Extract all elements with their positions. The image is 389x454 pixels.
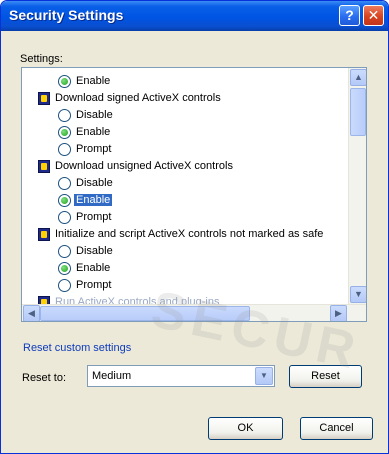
radio-button[interactable] <box>58 211 71 224</box>
radio-button[interactable] <box>58 126 71 139</box>
radio-button[interactable] <box>58 109 71 122</box>
vertical-scroll-thumb[interactable] <box>350 88 366 136</box>
reset-level-value: Medium <box>92 370 132 382</box>
settings-tree: Enable Download signed ActiveX controls Di… <box>22 68 348 304</box>
dialog-title: Security Settings <box>9 7 124 23</box>
scroll-down-button[interactable]: ▼ <box>350 286 366 303</box>
scroll-up-button[interactable]: ▲ <box>350 69 366 86</box>
setting-group-label: Initialize and script ActiveX controls n… <box>55 228 324 240</box>
setting-group-label: Download unsigned ActiveX controls <box>55 160 233 172</box>
title-bar[interactable]: Security Settings ? ✕ <box>1 1 388 31</box>
setting-option-label: Enable <box>76 262 111 274</box>
setting-option-label: Prompt <box>76 279 112 291</box>
scroll-right-button[interactable]: ▶ <box>330 305 347 321</box>
radio-button[interactable] <box>58 279 71 292</box>
radio-button[interactable] <box>58 177 71 190</box>
reset-custom-settings-link[interactable]: Reset custom settings <box>23 342 131 354</box>
radio-button[interactable] <box>58 75 71 88</box>
setting-option-label: Disable <box>76 177 113 189</box>
setting-option-label: Enable <box>76 126 111 138</box>
setting-group-icon <box>38 296 50 304</box>
setting-group-icon <box>38 92 50 105</box>
radio-button[interactable] <box>58 245 71 258</box>
settings-list[interactable]: Enable Download signed ActiveX controls Di… <box>21 67 367 322</box>
setting-option-label: Enable <box>74 194 113 206</box>
setting-option-label: Disable <box>76 245 113 257</box>
setting-option-label: Prompt <box>76 143 112 155</box>
horizontal-scroll-thumb[interactable] <box>40 306 250 321</box>
close-button[interactable]: ✕ <box>363 5 384 26</box>
setting-option-label: Disable <box>76 109 113 121</box>
setting-option-label: Enable <box>76 75 111 87</box>
setting-group-label: Download signed ActiveX controls <box>55 92 221 104</box>
reset-to-label: Reset to: <box>22 372 67 384</box>
security-settings-dialog: Security Settings ? ✕ Settings: Enable Do… <box>0 0 389 454</box>
setting-option-label: Prompt <box>76 211 112 223</box>
help-button[interactable]: ? <box>339 5 360 26</box>
reset-level-select[interactable]: Medium ▼ <box>87 365 275 387</box>
setting-group-icon <box>38 160 50 173</box>
scroll-left-button[interactable]: ◀ <box>23 305 40 321</box>
chevron-down-icon[interactable]: ▼ <box>255 367 273 385</box>
cancel-button[interactable]: Cancel <box>300 417 373 440</box>
setting-group-icon <box>38 228 50 241</box>
reset-button[interactable]: Reset <box>289 365 362 388</box>
ok-button[interactable]: OK <box>208 417 283 440</box>
vertical-scrollbar[interactable]: ▲ ▼ <box>348 68 366 304</box>
radio-button[interactable] <box>58 262 71 275</box>
radio-button[interactable] <box>58 194 71 207</box>
settings-label: Settings: <box>20 53 63 65</box>
setting-group-label: Run ActiveX controls and plug-ins <box>55 296 220 304</box>
radio-button[interactable] <box>58 143 71 156</box>
horizontal-scrollbar[interactable]: ◀ ▶ <box>22 304 366 321</box>
